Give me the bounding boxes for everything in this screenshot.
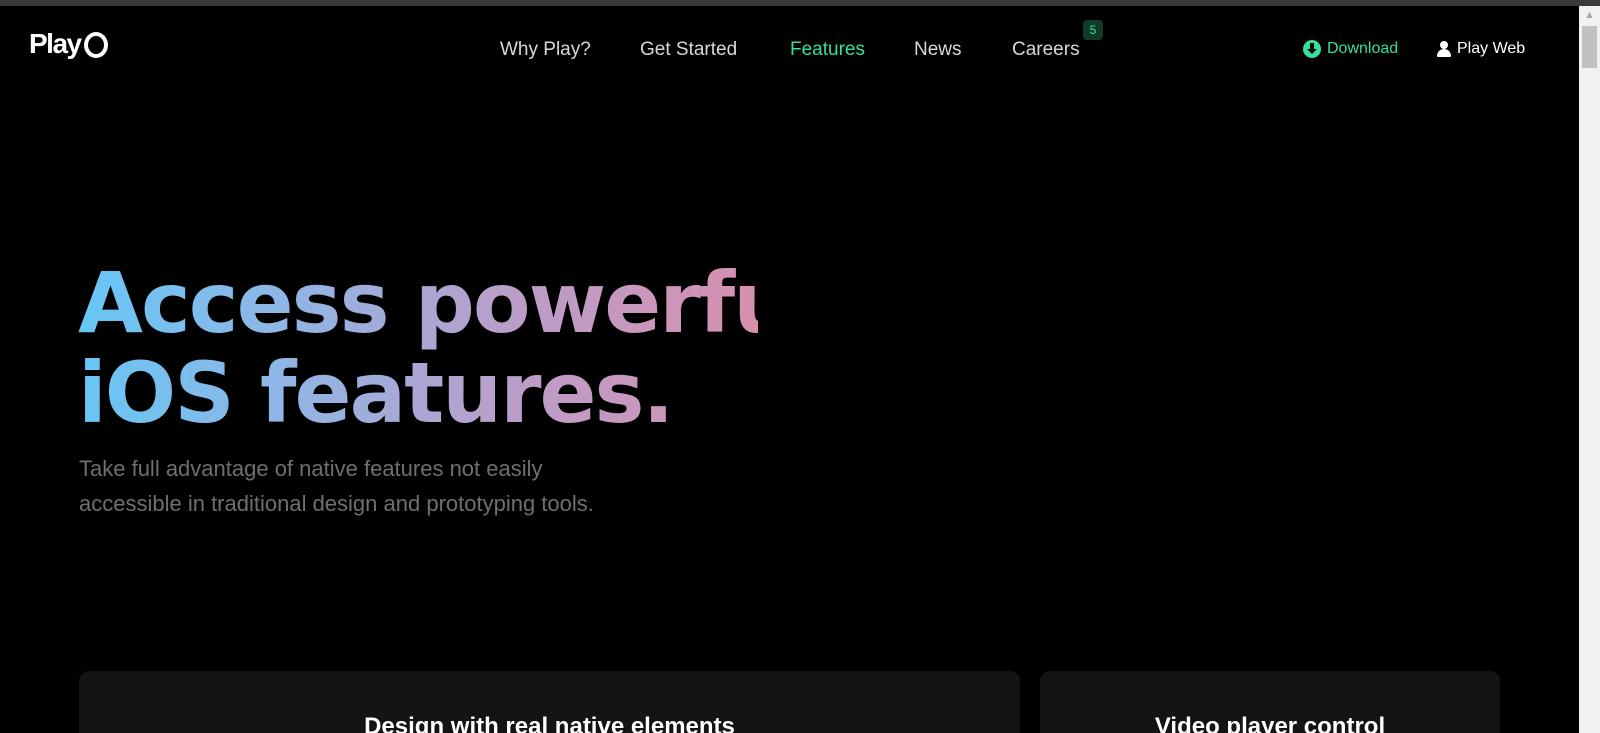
download-button[interactable]: Download (1303, 40, 1398, 58)
hero-title: Access powerful iOS features. (78, 258, 758, 438)
feature-card-video-player[interactable]: Video player control (1040, 671, 1500, 733)
nav-item-get-started[interactable]: Get Started (640, 34, 737, 66)
hero-title-line-1: Access powerful (78, 254, 818, 352)
vertical-scrollbar[interactable]: ▲ (1579, 6, 1600, 733)
nav-item-careers[interactable]: Careers (1012, 34, 1080, 66)
play-web-button[interactable]: Play Web (1437, 40, 1525, 58)
nav-item-news[interactable]: News (914, 34, 962, 66)
nav-item-features[interactable]: Features (790, 34, 865, 66)
download-icon (1303, 40, 1321, 58)
play-logo[interactable]: Play (29, 28, 108, 60)
feature-card-title: Design with real native elements (364, 713, 735, 733)
scrollbar-thumb[interactable] (1582, 26, 1597, 68)
hero-subtitle: Take full advantage of native features n… (79, 451, 679, 521)
careers-count-badge: 5 (1083, 20, 1103, 40)
user-icon (1437, 41, 1451, 57)
feature-card-native-elements[interactable]: Design with real native elements (79, 671, 1020, 733)
hero-title-line-2: iOS features. (78, 344, 673, 442)
hero-subtitle-line-1: Take full advantage of native features n… (79, 456, 543, 481)
hero-subtitle-line-2: accessible in traditional design and pro… (79, 491, 594, 516)
page: Play Why Play? Get Started Features News… (0, 6, 1579, 733)
feature-card-title: Video player control (1154, 713, 1386, 733)
logo-ring-icon (83, 31, 108, 58)
logo-text: Play (29, 28, 82, 59)
arrow-up-icon[interactable]: ▲ (1579, 6, 1600, 24)
download-label: Download (1327, 40, 1399, 57)
play-web-label: Play Web (1457, 40, 1526, 57)
nav-item-why-play[interactable]: Why Play? (500, 34, 591, 66)
